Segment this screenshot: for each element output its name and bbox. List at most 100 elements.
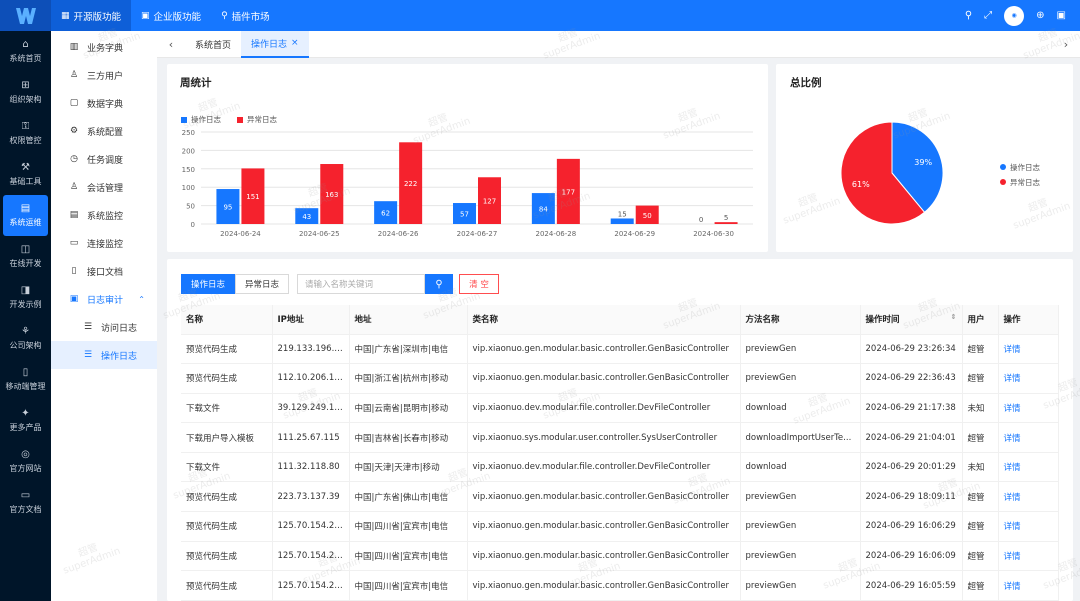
leftnav-item-8[interactable]: ▯ 移动端管理 <box>0 359 51 400</box>
clear-button[interactable]: 清 空 <box>459 274 499 294</box>
logo-icon <box>15 7 36 24</box>
tab-1[interactable]: 操作日志 × <box>241 30 309 58</box>
nav-icon: ▯ <box>22 367 29 378</box>
table-row: 预览代码生成 125.70.154.234 中国|四川省|宜宾市|电信 vip.xia… <box>181 541 1059 572</box>
pie-slice-label: 39% <box>914 158 932 167</box>
bar-value-label: 95 <box>223 204 232 212</box>
detail-link[interactable]: 详情 <box>998 541 1059 572</box>
list-icon: ☰ <box>83 322 93 332</box>
nav-label: 在线开发 <box>9 259 42 268</box>
detail-link[interactable]: 详情 <box>998 452 1059 483</box>
detail-link[interactable]: 详情 <box>998 363 1059 394</box>
table-cell: download <box>740 393 861 424</box>
leftnav-item-3[interactable]: ⚒ 基础工具 <box>0 154 51 195</box>
bar-value-label: 50 <box>643 212 652 220</box>
submenu-item-2[interactable]: ▢ 数据字典 <box>51 89 157 117</box>
top-menu-item-2[interactable]: ⚲ 插件市场 <box>211 0 280 31</box>
submenu-label: 接口文档 <box>87 267 124 278</box>
submenu-child-0[interactable]: ☰ 访问日志 <box>51 313 157 341</box>
submenu-item-9[interactable]: ▣ 日志审计 ⌃ <box>51 285 157 313</box>
x-tick-label: 2024-06-27 <box>457 230 498 238</box>
tab-0[interactable]: 系统首页 <box>185 31 241 58</box>
table-cell: vip.xiaonuo.sys.modular.user.controller.… <box>467 422 741 453</box>
y-tick-label: 150 <box>182 166 195 174</box>
detail-link[interactable]: 详情 <box>998 481 1059 513</box>
bar-value-label: 151 <box>246 193 259 201</box>
table-cell: 2024-06-29 22:36:43 <box>860 363 963 394</box>
leftnav-item-1[interactable]: ⊞ 组织架构 <box>0 72 51 113</box>
submenu-icon: ⚙ <box>69 126 79 136</box>
bar-exception[interactable] <box>714 222 738 224</box>
detail-link[interactable]: 详情 <box>998 334 1059 365</box>
top-menu-item-1[interactable]: ▣ 企业版功能 <box>131 0 211 31</box>
submenu-item-6[interactable]: ▤ 系统监控 <box>51 201 157 229</box>
submenu-item-1[interactable]: ♙ 三方用户 <box>51 61 157 89</box>
pie-legend-item-operation[interactable]: 操作日志 <box>1000 160 1040 175</box>
submenu-item-3[interactable]: ⚙ 系统配置 <box>51 117 157 145</box>
sort-icon[interactable]: ⇕ <box>951 313 957 321</box>
submenu-label: 日志审计 <box>87 295 124 306</box>
bar-operation[interactable] <box>610 218 634 224</box>
app-logo[interactable] <box>0 0 51 31</box>
submenu-item-8[interactable]: ▯ 接口文档 <box>51 257 157 285</box>
bar-value-label: 222 <box>404 180 417 188</box>
leftnav-item-9[interactable]: ✦ 更多产品 <box>0 400 51 441</box>
table-cell: 预览代码生成 <box>181 511 273 542</box>
leftnav-item-4[interactable]: ▤ 系统运维 <box>3 195 48 236</box>
table-cell: 预览代码生成 <box>181 541 273 572</box>
submenu-item-5[interactable]: ♙ 会话管理 <box>51 173 157 201</box>
table-cell: previewGen <box>740 541 861 572</box>
table-cell: 超管 <box>962 511 999 542</box>
submenu-child-1[interactable]: ☰ 操作日志 <box>51 341 157 369</box>
column-header-5[interactable]: 操作时间 ⇕ <box>860 305 963 335</box>
submenu-item-0[interactable]: ▥ 业务字典 <box>51 33 157 61</box>
pie-legend-item-exception[interactable]: 异常日志 <box>1000 175 1040 190</box>
search-button[interactable]: ⚲ <box>425 274 453 294</box>
table-cell: 2024-06-29 21:17:38 <box>860 393 963 424</box>
seg-button-0[interactable]: 操作日志 <box>181 274 236 294</box>
leftnav-item-11[interactable]: ▭ 官方文档 <box>0 482 51 523</box>
nav-label: 开发示例 <box>9 300 42 309</box>
search-icon[interactable]: ⚲ <box>965 10 972 21</box>
menu-icon: ▣ <box>141 10 150 21</box>
leftnav-item-10[interactable]: ◎ 官方网站 <box>0 441 51 482</box>
submenu-icon: ▤ <box>69 210 79 220</box>
detail-link[interactable]: 详情 <box>998 511 1059 542</box>
submenu-item-7[interactable]: ▭ 连接监控 <box>51 229 157 257</box>
column-header-1: IP地址 <box>272 305 350 335</box>
submenu-item-4[interactable]: ◷ 任务调度 <box>51 145 157 173</box>
table-cell: downloadImportUserTe... <box>740 422 861 453</box>
globe-icon[interactable]: ⊕ <box>1036 10 1044 21</box>
leftnav-item-2[interactable]: ⚿ 权限管控 <box>0 113 51 154</box>
avatar[interactable]: ◉ <box>1004 5 1025 26</box>
close-icon[interactable]: × <box>291 38 299 48</box>
table-cell: vip.xiaonuo.dev.modular.file.controller.… <box>467 452 741 483</box>
submenu-icon: ▥ <box>69 42 79 52</box>
table-cell: 111.32.118.80 <box>272 452 350 483</box>
table-row: 下载文件 39.129.249.130 中国|云南省|昆明市|移动 vip.xiaon… <box>181 393 1059 424</box>
table-cell: vip.xiaonuo.gen.modular.basic.controller… <box>467 511 741 542</box>
tabs-bar: ‹ 系统首页 操作日志 × › <box>157 30 1080 58</box>
leftnav-item-5[interactable]: ◫ 在线开发 <box>0 236 51 277</box>
table-cell: 预览代码生成 <box>181 481 273 513</box>
leftnav-item-6[interactable]: ◨ 开发示例 <box>0 277 51 318</box>
detail-link[interactable]: 详情 <box>998 422 1059 453</box>
y-tick-label: 250 <box>182 129 195 137</box>
nav-icon: ▤ <box>20 203 31 214</box>
leftnav-item-7[interactable]: ⚘ 公司架构 <box>0 318 51 359</box>
submenu-label: 系统配置 <box>87 127 124 138</box>
log-type-switch: 操作日志 异常日志 <box>181 274 290 294</box>
search-input[interactable]: 请输入名称关键词 <box>297 274 425 294</box>
top-bar: ▦ 开源版功能 ▣ 企业版功能 ⚲ 插件市场 ⚲ ⤢ ◉ ⊕ ▣ <box>0 0 1080 31</box>
seg-button-1[interactable]: 异常日志 <box>235 274 290 294</box>
log-table: 名称 IP地址 地址 类名称 方法名称 操作时间 ⇕ 用户 操作 预览代码生成 219.133.1… <box>181 305 1059 601</box>
chevron-left-icon[interactable]: ‹ <box>157 38 185 51</box>
fullscreen-icon[interactable]: ⤢ <box>984 10 992 21</box>
detail-link[interactable]: 详情 <box>998 393 1059 424</box>
top-menu-item-0[interactable]: ▦ 开源版功能 <box>51 0 132 31</box>
menu-label: 插件市场 <box>231 11 270 23</box>
leftnav-item-0[interactable]: ⌂ 系统首页 <box>0 31 51 72</box>
chevron-right-icon[interactable]: › <box>1052 38 1080 51</box>
layout-icon[interactable]: ▣ <box>1057 10 1066 21</box>
detail-link[interactable]: 详情 <box>998 570 1059 601</box>
